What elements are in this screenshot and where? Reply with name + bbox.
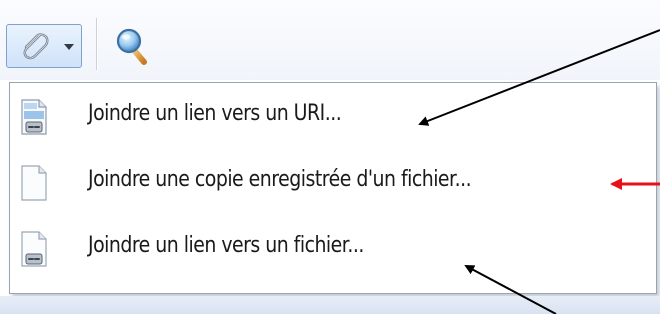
search-button[interactable] bbox=[110, 24, 154, 68]
window-background-strip bbox=[0, 296, 660, 314]
linked-document-icon bbox=[21, 99, 47, 135]
toolbar bbox=[0, 0, 660, 80]
screenshot-stage: Joindre un lien vers un URI... Joindre u… bbox=[0, 0, 660, 314]
blank-document-icon bbox=[21, 165, 47, 201]
linked-file-icon bbox=[21, 231, 47, 267]
menu-item-saved-copy[interactable]: Joindre une copie enregistrée d'un fichi… bbox=[10, 153, 656, 215]
chevron-down-icon bbox=[64, 44, 74, 50]
menu-item-label: Joindre une copie enregistrée d'un fichi… bbox=[88, 167, 472, 192]
attach-dropdown-button[interactable] bbox=[6, 24, 82, 68]
menu-item-label: Joindre un lien vers un URI... bbox=[88, 101, 342, 126]
toolbar-separator bbox=[96, 18, 97, 70]
menu-item-link-file[interactable]: Joindre un lien vers un fichier... bbox=[10, 219, 656, 281]
menu-item-link-uri[interactable]: Joindre un lien vers un URI... bbox=[10, 87, 656, 149]
paperclip-icon bbox=[23, 33, 49, 60]
attach-menu: Joindre un lien vers un URI... Joindre u… bbox=[9, 82, 657, 294]
menu-item-label: Joindre un lien vers un fichier... bbox=[88, 233, 364, 258]
magnifier-icon bbox=[116, 28, 147, 65]
